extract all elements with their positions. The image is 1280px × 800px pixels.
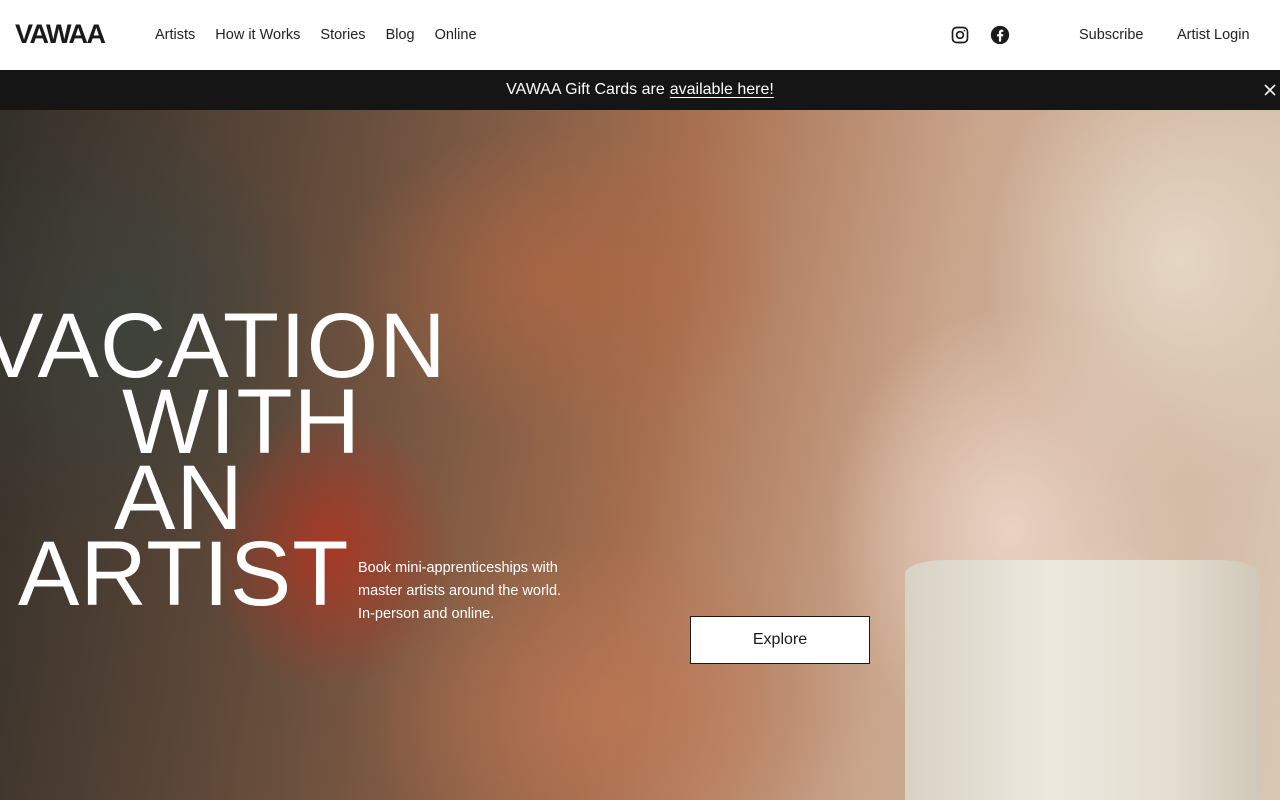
hero-tagline: Book mini-apprenticeships with master ar… [358, 560, 562, 622]
nav-item-how-it-works[interactable]: How it Works [215, 26, 300, 44]
nav-item-artists[interactable]: Artists [155, 26, 195, 44]
instagram-icon[interactable] [950, 25, 970, 45]
nav-item-online[interactable]: Online [435, 26, 477, 44]
nav-item-blog[interactable]: Blog [386, 26, 415, 44]
headline-line-4: ARTIST [18, 523, 350, 625]
vawaa-logo[interactable]: VAWAA [15, 20, 106, 48]
artist-login-link[interactable]: Artist Login [1177, 26, 1250, 44]
main-nav: Artists How it Works Stories Blog Online [155, 26, 497, 44]
close-icon[interactable] [1260, 80, 1280, 100]
banner-link[interactable]: available here! [670, 81, 774, 99]
gift-card-banner: VAWAA Gift Cards are available here! [0, 70, 1280, 110]
explore-button[interactable]: Explore [690, 616, 870, 664]
facebook-icon[interactable] [990, 25, 1010, 45]
subscribe-link[interactable]: Subscribe [1079, 26, 1143, 44]
nav-item-stories[interactable]: Stories [320, 26, 365, 44]
hero-section: VACATION WITH AN ARTIST Book mini-appren… [0, 110, 1280, 800]
site-header: VAWAA Artists How it Works Stories Blog … [0, 0, 1280, 70]
banner-text: VAWAA Gift Cards are [506, 81, 665, 98]
